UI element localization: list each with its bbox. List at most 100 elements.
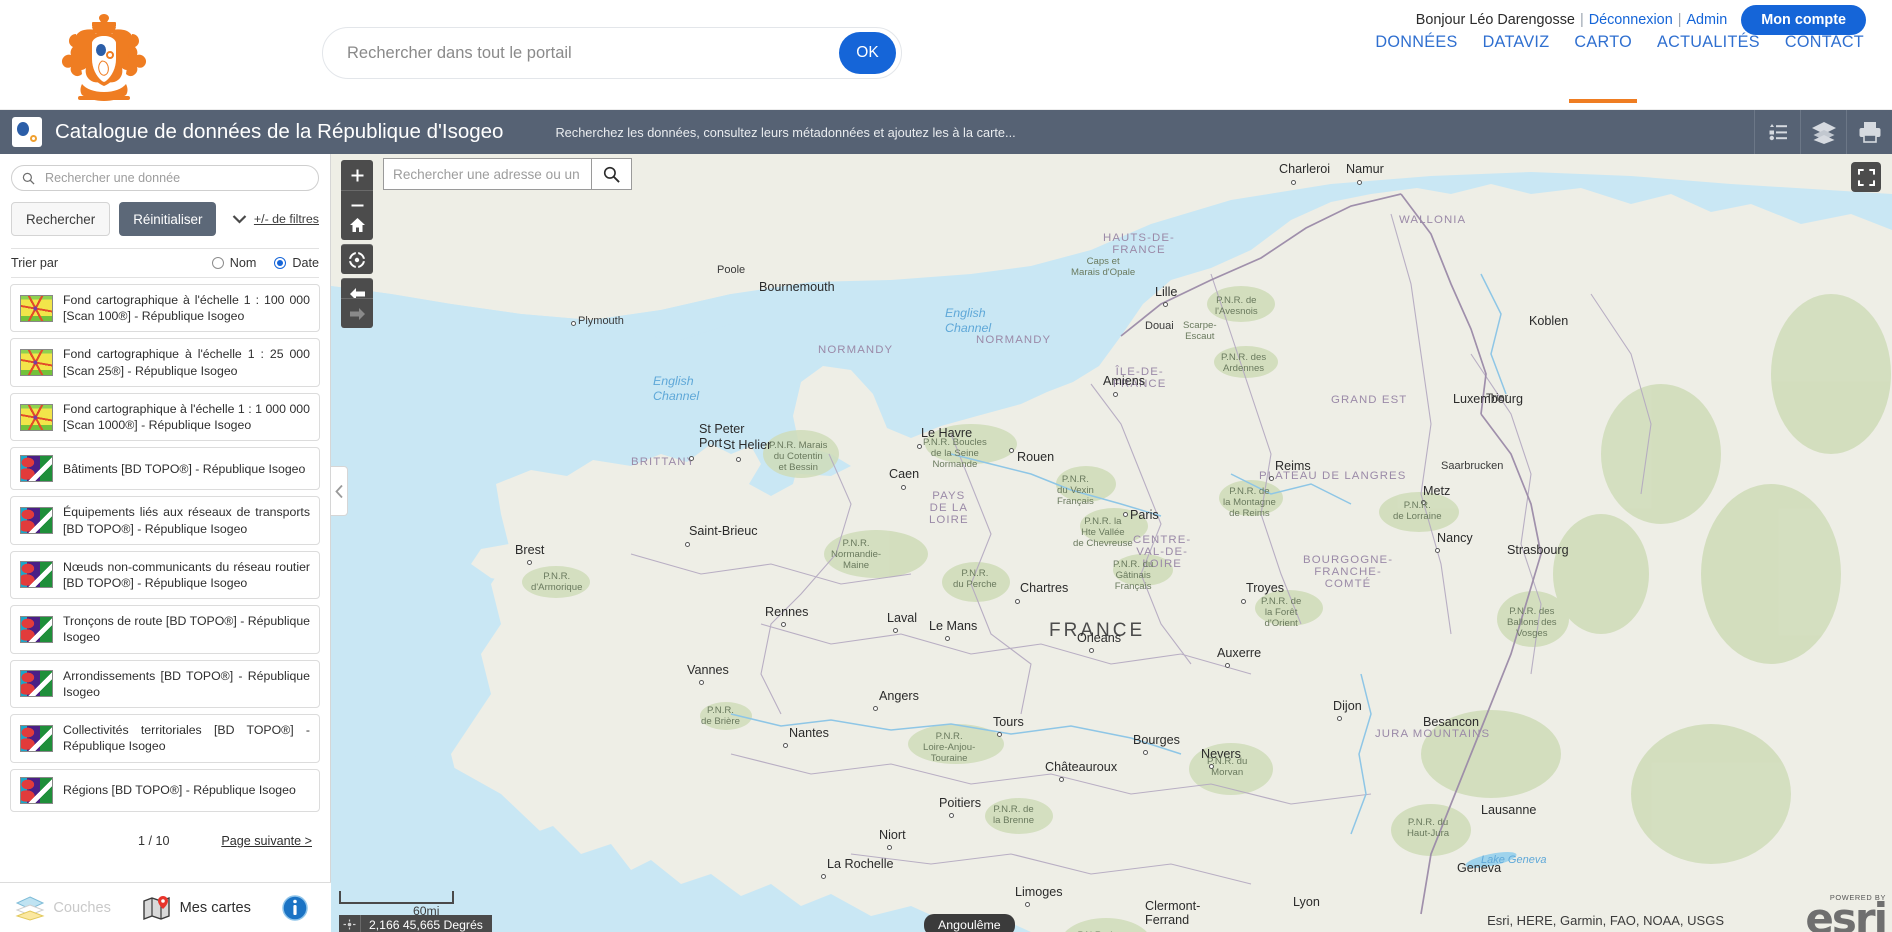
list-item[interactable]: Équipements liés aux réseaux de transpor…	[10, 496, 320, 545]
my-account-button[interactable]: Mon compte	[1741, 4, 1866, 35]
portal-search-box[interactable]: OK	[322, 27, 902, 79]
dataset-title: Arrondissements [BD TOPO®] - République …	[63, 668, 310, 699]
sort-option-date[interactable]: Date	[274, 256, 319, 270]
catalog-toolbar	[1754, 110, 1892, 154]
list-item[interactable]: Arrondissements [BD TOPO®] - République …	[10, 659, 320, 709]
filters-toggle[interactable]: +/- de filtres	[232, 212, 319, 226]
sidebar-collapse-handle[interactable]	[331, 466, 348, 516]
dataset-title: Fond cartographique à l'échelle 1 : 1 00…	[63, 401, 310, 433]
city-marker	[1089, 648, 1094, 653]
esri-wordmark: esri	[1805, 894, 1888, 932]
reset-button[interactable]: Réinitialiser	[119, 202, 217, 236]
nav-item-actualites[interactable]: ACTUALITÉS	[1657, 33, 1760, 55]
city-marker	[1337, 716, 1342, 721]
home-extent-button[interactable]	[341, 210, 373, 240]
city-marker	[1015, 599, 1020, 604]
pagination: 1 / 10 Page suivante >	[18, 834, 312, 848]
portal-search-input[interactable]	[323, 43, 839, 63]
footer-layers-label: Couches	[53, 899, 111, 916]
dataset-thumbnail-icon	[20, 776, 53, 804]
search-icon	[603, 166, 620, 183]
sort-label: Trier par	[11, 256, 59, 270]
fullscreen-button[interactable]	[1851, 162, 1881, 192]
zoom-in-button[interactable]	[341, 160, 373, 190]
locate-button[interactable]	[341, 244, 373, 274]
city-marker	[1421, 500, 1426, 505]
admin-link[interactable]: Admin	[1686, 12, 1727, 28]
dataset-title: Bâtiments [BD TOPO®] - République Isogeo	[63, 461, 306, 476]
map-attribution: Esri, HERE, Garmin, FAO, NOAA, USGS	[1487, 913, 1724, 928]
dataset-title: Fond cartographique à l'échelle 1 : 25 0…	[63, 347, 310, 378]
list-item[interactable]: Fond cartographique à l'échelle 1 : 100 …	[10, 284, 320, 333]
list-item[interactable]: Nœuds non-communicants du réseau routier…	[10, 550, 320, 600]
map-canvas	[331, 154, 1892, 932]
city-marker	[1163, 302, 1168, 307]
address-search-box[interactable]	[383, 158, 632, 190]
legend-button[interactable]	[1754, 110, 1800, 154]
nav-item-contact[interactable]: CONTACT	[1785, 33, 1864, 55]
nav-item-donnees[interactable]: DONNÉES	[1375, 33, 1457, 55]
results-list: Fond cartographique à l'échelle 1 : 100 …	[10, 284, 320, 812]
city-marker	[949, 813, 954, 818]
legend-icon	[1769, 124, 1787, 141]
city-marker	[1435, 548, 1440, 553]
search-button[interactable]: Rechercher	[11, 202, 111, 236]
address-search-input[interactable]	[384, 159, 591, 189]
dataset-title: Tronçons de route [BD TOPO®] - Républiqu…	[63, 614, 310, 645]
catalog-bar: Catalogue de données de la République d'…	[0, 110, 1892, 154]
city-marker	[901, 485, 906, 490]
main-navigation: DONNÉES DATAVIZ CARTO ACTUALITÉS CONTACT	[1375, 33, 1864, 103]
city-marker	[1209, 764, 1214, 769]
dataset-thumbnail-icon	[20, 724, 53, 752]
info-icon	[281, 894, 308, 921]
home-icon	[349, 218, 365, 232]
sort-row: Trier par Nom Date	[11, 248, 319, 278]
isogeo-logo-icon	[12, 117, 42, 147]
nav-item-dataviz[interactable]: DATAVIZ	[1483, 33, 1550, 55]
list-item[interactable]: Fond cartographique à l'échelle 1 : 1 00…	[10, 392, 320, 442]
map-viewport[interactable]: English Channel English Channel FRANCE NOR…	[331, 154, 1892, 932]
scale-bar	[339, 891, 454, 904]
city-marker	[887, 845, 892, 850]
list-item[interactable]: Fond cartographique à l'échelle 1 : 25 0…	[10, 338, 320, 387]
list-item[interactable]: Régions [BD TOPO®] - République Isogeo	[10, 768, 320, 812]
data-catalog-sidebar: Rechercher Réinitialiser +/- de filtres …	[0, 154, 331, 932]
print-button[interactable]	[1846, 110, 1892, 154]
dataset-title: Collectivités territoriales [BD TOPO®] -…	[63, 723, 310, 754]
data-search-box[interactable]	[11, 165, 319, 191]
footer-my-maps-button[interactable]: Mes cartes	[142, 895, 251, 921]
chevron-left-icon	[334, 484, 343, 498]
sort-option-date-label: Date	[292, 256, 319, 270]
radio-nom[interactable]	[211, 257, 224, 269]
city-marker	[781, 622, 786, 627]
layers-button[interactable]	[1800, 110, 1846, 154]
next-page-link[interactable]: Page suivante >	[221, 834, 312, 848]
city-marker	[1269, 476, 1274, 481]
list-item[interactable]: Bâtiments [BD TOPO®] - République Isogeo	[10, 447, 320, 491]
layers-icon	[15, 895, 45, 921]
search-icon	[22, 172, 35, 185]
print-icon	[1859, 122, 1880, 143]
dataset-thumbnail-icon	[20, 507, 53, 535]
city-marker	[1123, 512, 1128, 517]
coordinates-readout: 2,166 45,665 Degrés	[339, 915, 492, 932]
list-item[interactable]: Tronçons de route [BD TOPO®] - Républiqu…	[10, 605, 320, 654]
footer-layers-button[interactable]: Couches	[15, 895, 111, 921]
address-search-button[interactable]	[591, 159, 631, 189]
radio-date[interactable]	[274, 257, 287, 269]
sort-option-nom[interactable]: Nom	[211, 256, 256, 270]
list-item[interactable]: Collectivités territoriales [BD TOPO®] -…	[10, 714, 320, 763]
dataset-title: Équipements liés aux réseaux de transpor…	[63, 505, 310, 536]
footer-info-button[interactable]	[281, 894, 316, 921]
city-marker	[1225, 663, 1230, 668]
logout-link[interactable]: Déconnexion	[1589, 12, 1673, 28]
data-search-input[interactable]	[43, 170, 308, 186]
footer-my-maps-label: Mes cartes	[179, 899, 251, 916]
dataset-thumbnail-icon	[20, 403, 53, 431]
next-extent-button[interactable]	[341, 298, 373, 328]
city-marker	[893, 628, 898, 633]
nav-item-carto[interactable]: CARTO	[1569, 33, 1637, 103]
map-feature-tooltip: Angoulême	[924, 914, 1015, 932]
portal-search-submit-button[interactable]: OK	[839, 32, 896, 74]
city-marker	[945, 636, 950, 641]
